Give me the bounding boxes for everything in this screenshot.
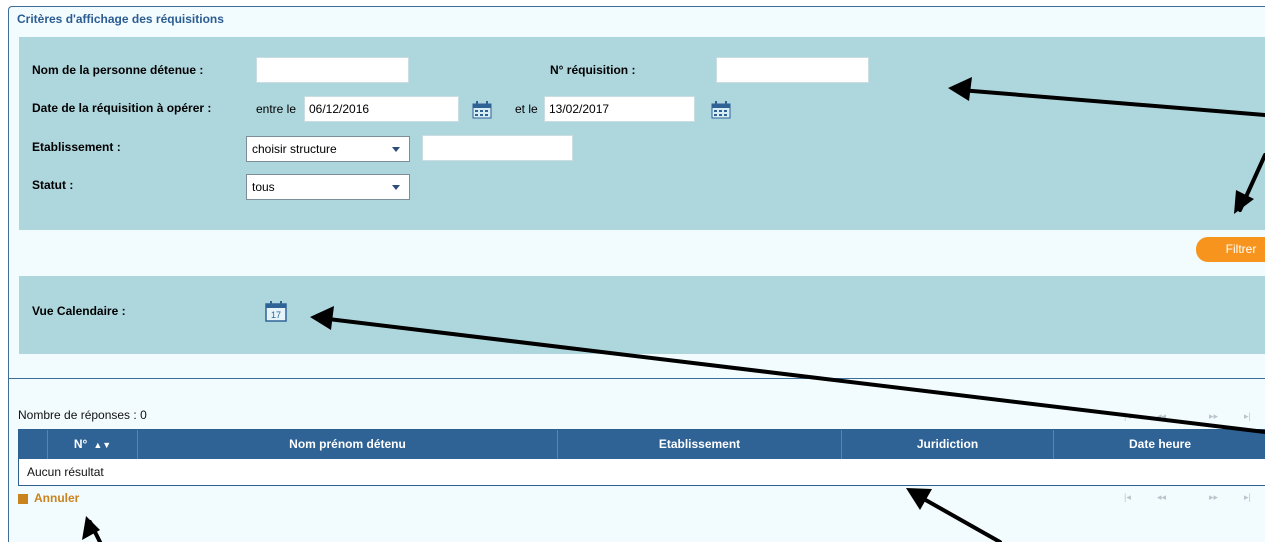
column-label: N°: [73, 437, 88, 451]
calendar-from-icon[interactable]: [472, 101, 492, 119]
pager-first-button[interactable]: |◂: [1124, 492, 1131, 503]
criteria-panel: Nom de la personne détenue : N° réquisit…: [19, 37, 1265, 230]
calendar-day-number: 17: [271, 310, 281, 320]
cancel-link[interactable]: Annuler: [34, 491, 79, 505]
cancel-bullet-icon: [18, 494, 28, 504]
empty-row: Aucun résultat: [19, 459, 1265, 485]
column-header-nom[interactable]: Nom prénom détenu: [137, 430, 557, 459]
pager-last-button[interactable]: ▸|: [1244, 411, 1251, 422]
date-label: Date de la réquisition à opérer :: [32, 101, 212, 115]
pager-next-button[interactable]: ▸▸: [1209, 492, 1218, 503]
section-divider: [9, 378, 1265, 379]
sort-icon[interactable]: ▲▼: [93, 431, 111, 460]
entre-label: entre le: [256, 102, 297, 116]
pager-last-button[interactable]: ▸|: [1244, 492, 1251, 503]
pager-prev-button[interactable]: ◂◂: [1157, 492, 1166, 503]
etablissement-select[interactable]: choisir structure: [246, 136, 410, 162]
date-from-input[interactable]: 06/12/2016: [304, 96, 459, 122]
chevron-down-icon: [392, 147, 400, 152]
nom-input[interactable]: [256, 57, 409, 83]
result-count: Nombre de réponses : 0: [18, 408, 147, 422]
column-header-etablissement[interactable]: Etablissement: [557, 430, 841, 459]
calendar-view-icon[interactable]: 17: [265, 300, 287, 322]
date-to-input[interactable]: 13/02/2017: [544, 96, 695, 122]
calendar-panel: Vue Calendaire : 17: [19, 276, 1265, 354]
statut-select-value: tous: [252, 180, 275, 194]
statut-select[interactable]: tous: [246, 174, 410, 200]
column-header-numero[interactable]: N° ▲▼: [47, 430, 137, 459]
etablissement-select-value: choisir structure: [252, 142, 337, 156]
etablissement-input[interactable]: [422, 135, 573, 161]
pager-first-button[interactable]: |◂: [1124, 411, 1131, 422]
pager-next-button[interactable]: ▸▸: [1209, 411, 1218, 422]
calendar-view-label: Vue Calendaire :: [32, 304, 126, 318]
numero-label: N° réquisition :: [550, 63, 636, 77]
pager-prev-button[interactable]: ◂◂: [1157, 411, 1166, 422]
etablissement-label: Etablissement :: [32, 140, 121, 154]
column-header-juridiction[interactable]: Juridiction: [841, 430, 1053, 459]
statut-label: Statut :: [32, 178, 74, 192]
numero-input[interactable]: [716, 57, 869, 83]
calendar-to-icon[interactable]: [711, 101, 731, 119]
results-table: N° ▲▼ Nom prénom détenu Etablissement Jur…: [18, 429, 1265, 486]
etle-label: et le: [515, 102, 538, 116]
filter-button[interactable]: Filtrer: [1196, 237, 1265, 262]
chevron-down-icon: [392, 185, 400, 190]
column-select: [19, 430, 47, 459]
column-header-date[interactable]: Date heure: [1053, 430, 1265, 459]
section-title: Critères d'affichage des réquisitions: [17, 12, 224, 26]
nom-label: Nom de la personne détenue :: [32, 63, 204, 77]
table-header: N° ▲▼ Nom prénom détenu Etablissement Jur…: [19, 430, 1265, 459]
